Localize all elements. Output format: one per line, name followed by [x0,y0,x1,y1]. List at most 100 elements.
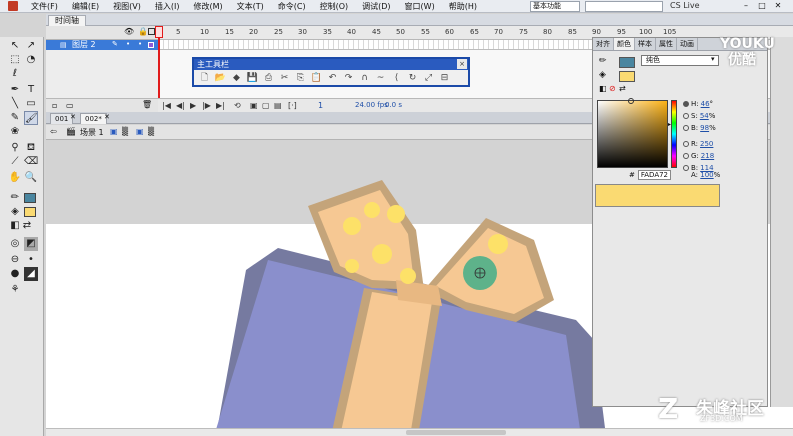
swap-colors-icon[interactable]: ⇄ [20,219,34,233]
cut-icon[interactable]: ✂ [278,73,291,84]
new-file-icon[interactable]: 🗋 [198,73,211,84]
subselect-icon[interactable]: ↗ [24,39,38,53]
new-layer-icon[interactable]: ▫ [52,101,57,110]
workspace-selector[interactable]: 基本功能 [530,1,580,12]
redo-icon[interactable]: ↷ [342,73,355,84]
onion-skin-icon[interactable]: ▣ [250,101,258,110]
brush-icon[interactable]: 🖌 [24,111,38,125]
maximize-icon[interactable]: □ [754,0,770,12]
tab-properties[interactable]: 属性 [656,38,677,50]
paint-bucket-icon[interactable]: ⛾ [24,141,38,155]
first-frame-icon[interactable]: |◀ [162,101,171,110]
hue-row[interactable]: H: 46° [683,100,713,108]
copy-icon[interactable]: ⎘ [294,73,307,84]
menu-view[interactable]: 视图(V) [106,1,148,12]
brightness-row[interactable]: B: 98% [683,124,716,132]
no-color-icon[interactable]: ⊘ [609,84,616,93]
tab-color[interactable]: 颜色 [614,38,635,50]
swap-colors-icon[interactable]: ⇄ [619,84,626,93]
menu-file[interactable]: 文件(F) [24,1,65,12]
bridge-icon[interactable]: ◆ [230,73,243,84]
size-dot-icon[interactable]: • [24,253,38,267]
fill-color-swatch[interactable] [24,207,36,217]
tab-timeline[interactable]: 时间轴 [48,15,86,26]
layer-row[interactable]: ▤ 图层 2 ✎ • • [46,40,158,50]
menu-insert[interactable]: 插入(I) [148,1,187,12]
save-icon[interactable]: 💾 [246,73,259,84]
chevron-down-icon[interactable]: ▾ [711,55,715,63]
play-icon[interactable]: ▶ [190,101,196,110]
text-icon[interactable]: T [24,83,38,97]
tab-align[interactable]: 对齐 [593,38,614,50]
stroke-color-icon[interactable]: ✏ [8,191,22,205]
back-arrow-icon[interactable]: ⇦ [50,127,57,136]
outline-icon[interactable] [148,28,155,35]
zoom-icon[interactable]: 🔍 [24,171,38,185]
layer-dot[interactable]: • [126,40,130,48]
stroke-color-swatch[interactable] [24,193,36,203]
edit-multiple-icon[interactable]: ▤ [274,101,282,110]
scrollbar-thumb[interactable] [406,430,506,435]
open-folder-icon[interactable]: 📂 [214,73,227,84]
smooth-icon[interactable]: ~ [374,73,387,84]
rotate-icon[interactable]: ↻ [406,73,419,84]
pressure-icon[interactable]: ⚘ [8,283,22,297]
time-readout[interactable]: 0.0 s [385,101,402,109]
bow-dot[interactable] [488,234,508,254]
brush-shape-icon[interactable]: ◢ [24,267,38,281]
bow-dot[interactable] [372,244,392,264]
straighten-icon[interactable]: ⟨ [390,73,403,84]
fill-type-select[interactable]: 纯色 [641,55,719,66]
gradient-transform-icon[interactable]: ◔ [24,53,38,67]
lock-icon[interactable]: 🔒 [138,27,148,36]
minimize-icon[interactable]: – [738,0,754,12]
snap-magnet-icon[interactable]: ◩ [24,237,38,251]
menu-text[interactable]: 文本(T) [230,1,271,12]
alpha-row[interactable]: A: 100% [691,171,720,179]
onion-outline-icon[interactable]: ▢ [262,101,270,110]
pen-icon[interactable]: ✒ [8,83,22,97]
close-icon[interactable]: ✕ [770,0,786,12]
menu-help[interactable]: 帮助(H) [442,1,484,12]
rectangle-icon[interactable]: ▭ [24,97,38,111]
layer-dot[interactable]: • [138,40,142,48]
close-icon[interactable]: ✕ [104,113,110,121]
menu-debug[interactable]: 调试(D) [355,1,397,12]
fill-color-icon[interactable]: ◈ [8,205,22,219]
menu-edit[interactable]: 编辑(E) [65,1,106,12]
hex-input[interactable]: FADA72 [637,170,672,180]
group-label[interactable]: ▒ [122,127,128,136]
hue-slider[interactable]: ▸ [668,100,677,168]
doc-tab-002[interactable]: 002* [80,113,107,124]
group-label[interactable]: ▒ [148,127,154,136]
main-toolbar-title[interactable]: 主工具栏 [194,59,468,70]
eye-icon[interactable]: 👁 [124,27,134,36]
pencil-icon[interactable]: ✎ [8,111,22,125]
hue-slider-handle-icon[interactable]: ▸ [668,121,671,128]
cs-live-button[interactable]: CS Live [670,1,700,10]
bow-dot[interactable] [345,259,359,273]
object-drawing-icon[interactable]: ◎ [8,237,22,251]
fill-color-swatch[interactable] [619,71,635,82]
markers-icon[interactable]: [·] [288,101,297,110]
smooth-option-icon[interactable]: ⊖ [8,253,22,267]
fill-bucket-icon[interactable]: ◈ [599,70,606,80]
line-icon[interactable]: ╲ [8,97,22,111]
snap-icon[interactable]: ∩ [358,73,371,84]
next-frame-icon[interactable]: |▶ [202,101,211,110]
saturation-row[interactable]: S: 54% [683,112,715,120]
last-frame-icon[interactable]: ▶| [216,101,225,110]
menu-commands[interactable]: 命令(C) [271,1,313,12]
eraser-icon[interactable]: ⌫ [24,155,38,169]
undo-icon[interactable]: ↶ [326,73,339,84]
green-row[interactable]: G: 218 [683,152,714,160]
stroke-pencil-icon[interactable]: ✏ [599,56,607,66]
layer-name[interactable]: 图层 2 [72,40,96,50]
menu-window[interactable]: 窗口(W) [398,1,442,12]
print-icon[interactable]: ⎙ [262,73,275,84]
loop-icon[interactable]: ⟲ [234,101,241,110]
tab-swatches[interactable]: 样本 [635,38,656,50]
menu-control[interactable]: 控制(O) [313,1,356,12]
lasso-icon[interactable]: ℓ [8,67,22,81]
align-icon[interactable]: ⊟ [438,73,451,84]
